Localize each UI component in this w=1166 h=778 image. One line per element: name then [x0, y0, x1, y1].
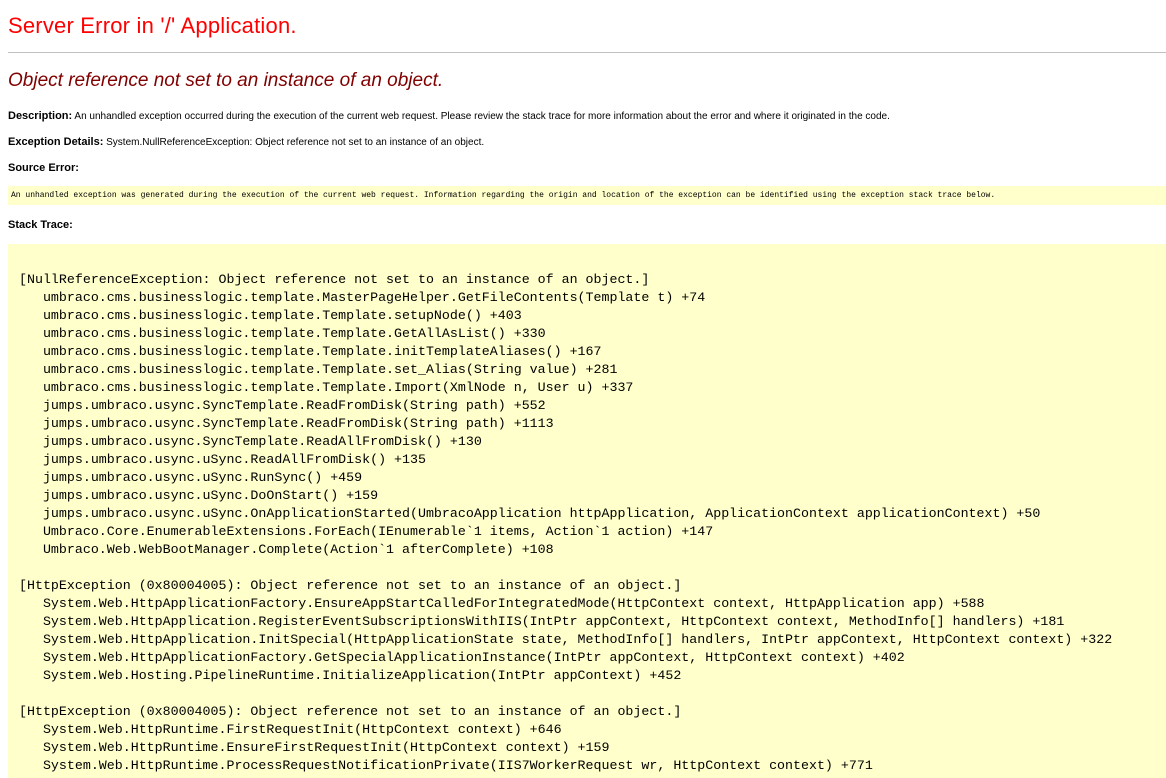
- title-divider: [8, 52, 1166, 53]
- stack-trace-row: jumps.umbraco.usync.SyncTemplate.ReadFro…: [19, 398, 546, 413]
- stack-trace-row: umbraco.cms.businesslogic.template.Templ…: [19, 362, 618, 377]
- stack-trace-text: [NullReferenceException: Object referenc…: [19, 271, 1112, 775]
- stack-trace-row: umbraco.cms.businesslogic.template.Templ…: [19, 308, 522, 323]
- stack-trace-row: jumps.umbraco.usync.uSync.ReadAllFromDis…: [19, 452, 426, 467]
- stack-trace-row: System.Web.HttpRuntime.ProcessRequestNot…: [19, 758, 873, 773]
- stack-trace-row: [HttpException (0x80004005): Object refe…: [19, 704, 682, 719]
- exception-details-text: System.NullReferenceException: Object re…: [103, 137, 485, 148]
- stack-trace-row: [HttpException (0x80004005): Object refe…: [19, 578, 682, 593]
- stack-trace-row: [NullReferenceException: Object referenc…: [19, 272, 650, 287]
- stack-trace-row: umbraco.cms.businesslogic.template.Templ…: [19, 380, 634, 395]
- stack-trace-row: jumps.umbraco.usync.uSync.OnApplicationS…: [19, 506, 1041, 521]
- description-line: Description: An unhandled exception occu…: [8, 110, 890, 122]
- stack-trace-row: System.Web.HttpApplication.RegisterEvent…: [19, 614, 1065, 629]
- source-error-text: An unhandled exception was generated dur…: [11, 191, 996, 200]
- source-error-line: Source Error:: [8, 162, 79, 174]
- stack-trace-row: System.Web.HttpRuntime.EnsureFirstReques…: [19, 740, 610, 755]
- stack-trace-label: Stack Trace:: [8, 219, 73, 231]
- stack-trace-row: jumps.umbraco.usync.uSync.RunSync() +459: [19, 470, 363, 485]
- stack-trace-row: jumps.umbraco.usync.SyncTemplate.ReadAll…: [19, 434, 482, 449]
- exception-details-label: Exception Details:: [8, 136, 104, 148]
- page-title: Server Error in '/' Application.: [8, 13, 297, 38]
- stack-trace-row: System.Web.Hosting.PipelineRuntime.Initi…: [19, 668, 682, 683]
- stack-trace-row: umbraco.cms.businesslogic.template.Templ…: [19, 326, 546, 341]
- stack-trace-row: System.Web.HttpApplication.InitSpecial(H…: [19, 632, 1113, 647]
- stack-trace-row: umbraco.cms.businesslogic.template.Maste…: [19, 290, 706, 305]
- stack-trace-row: [19, 559, 1112, 577]
- description-label: Description:: [8, 110, 73, 122]
- stack-trace-row: Umbraco.Core.EnumerableExtensions.ForEac…: [19, 524, 714, 539]
- stack-trace-row: System.Web.HttpRuntime.FirstRequestInit(…: [19, 722, 562, 737]
- stack-trace-row: umbraco.cms.businesslogic.template.Templ…: [19, 344, 602, 359]
- stack-trace-box: [NullReferenceException: Object referenc…: [8, 244, 1166, 778]
- source-error-box: An unhandled exception was generated dur…: [8, 186, 1166, 205]
- stack-trace-row: System.Web.HttpApplicationFactory.Ensure…: [19, 596, 985, 611]
- error-message-heading: Object reference not set to an instance …: [8, 70, 444, 91]
- stack-trace-row: jumps.umbraco.usync.uSync.DoOnStart() +1…: [19, 488, 379, 503]
- stack-trace-row: Umbraco.Web.WebBootManager.Complete(Acti…: [19, 542, 554, 557]
- stack-trace-line: Stack Trace:: [8, 219, 73, 231]
- stack-trace-row: System.Web.HttpApplicationFactory.GetSpe…: [19, 650, 905, 665]
- stack-trace-row: jumps.umbraco.usync.SyncTemplate.ReadFro…: [19, 416, 554, 431]
- stack-trace-row: [19, 685, 1112, 703]
- exception-details-line: Exception Details: System.NullReferenceE…: [8, 136, 484, 148]
- description-text: An unhandled exception occurred during t…: [72, 111, 890, 122]
- source-error-label: Source Error:: [8, 162, 79, 174]
